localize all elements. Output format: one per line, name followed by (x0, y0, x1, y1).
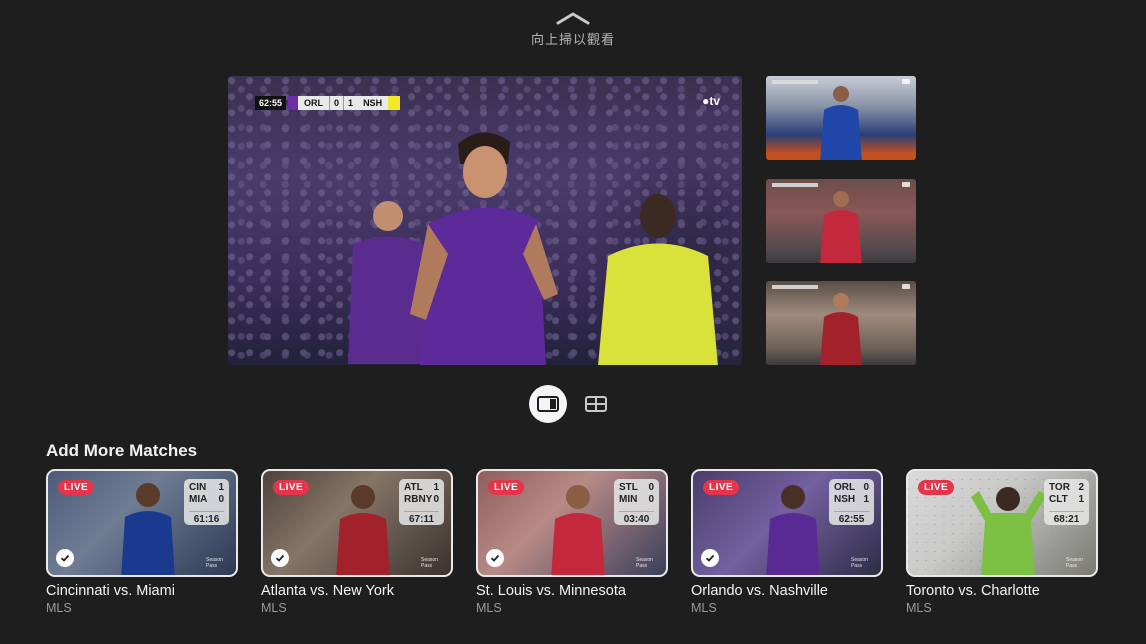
match-title: Cincinnati vs. Miami (46, 583, 175, 599)
chevron-up-icon (556, 12, 590, 25)
match-title: St. Louis vs. Minnesota (476, 583, 626, 599)
apple-tv-logo: ●tv (702, 94, 720, 108)
match-league: MLS (261, 601, 287, 615)
match-card[interactable]: LIVE TOR 2 CLT 1 68:21 Season Pass Toronto… (906, 469, 1098, 615)
swipe-up-label: 向上掃以觀看 (530, 33, 615, 48)
player-figure (820, 86, 862, 160)
match-card[interactable]: LIVE ORL 0 NSH 1 62:55 Season Pass Orlando… (691, 469, 883, 615)
team1-score: 0 (863, 482, 869, 493)
team1-name: STL (619, 482, 638, 493)
team2-score: 0 (433, 494, 439, 505)
grid-layout-button[interactable] (577, 385, 615, 423)
checkmark-icon (486, 549, 504, 567)
grid-layout-icon (585, 396, 607, 412)
live-badge: LIVE (488, 480, 525, 495)
main-video-player[interactable]: 62:55 ORL 0 1 NSH ●tv (228, 76, 742, 365)
away-team-color (388, 96, 401, 110)
season-pass-logo: Season Pass (1066, 557, 1083, 569)
match-league: MLS (906, 601, 932, 615)
season-pass-logo: Season Pass (421, 557, 438, 569)
match-thumbnail[interactable]: LIVE ORL 0 NSH 1 62:55 Season Pass (691, 469, 883, 577)
live-badge: LIVE (273, 480, 310, 495)
live-badge: LIVE (918, 480, 955, 495)
team2-score: 1 (1078, 494, 1084, 505)
match-clock: 61:16 (189, 511, 224, 526)
swipe-up-hint[interactable]: 向上掃以觀看 (0, 10, 1146, 48)
away-team: NSH (357, 96, 389, 110)
match-title: Orlando vs. Nashville (691, 583, 828, 599)
match-clock: 62:55 (834, 511, 869, 526)
match-title: Toronto vs. Charlotte (906, 583, 1040, 599)
player-figure (766, 485, 820, 575)
match-clock: 62:55 (255, 96, 287, 110)
match-thumbnail[interactable]: LIVE ATL 1 RBNY 0 67:11 Season Pass (261, 469, 453, 577)
player-figure (971, 487, 1047, 575)
team2-name: RBNY (404, 494, 433, 505)
team1-name: CIN (189, 482, 207, 493)
section-title: Add More Matches (46, 441, 198, 460)
score-box: TOR 2 CLT 1 68:21 (1044, 479, 1089, 525)
match-title: Atlanta vs. New York (261, 583, 394, 599)
checkmark-icon (56, 549, 74, 567)
season-pass-logo: Season Pass (206, 557, 223, 569)
team2-score: 0 (218, 494, 224, 505)
season-pass-logo: Season Pass (636, 557, 653, 569)
home-team: ORL (298, 96, 330, 110)
match-clock: 67:11 (404, 511, 439, 526)
live-badge: LIVE (58, 480, 95, 495)
side-video-2[interactable] (766, 179, 916, 263)
multiview-screen: 向上掃以觀看 62:55 ORL 0 1 NSH ●tv Add More Ma… (0, 0, 1146, 644)
tv-logo-icon (902, 182, 910, 187)
match-thumbnail[interactable]: LIVE CIN 1 MIA 0 61:16 Season Pass (46, 469, 238, 577)
team1-score: 1 (433, 482, 439, 493)
player-figure (410, 132, 558, 365)
player-figure (598, 194, 718, 365)
player-figure (820, 191, 862, 263)
match-league: MLS (476, 601, 502, 615)
team2-name: CLT (1049, 494, 1068, 505)
tv-logo-icon (902, 284, 910, 289)
team1-score: 0 (648, 482, 654, 493)
team1-score: 1 (218, 482, 224, 493)
match-card[interactable]: LIVE CIN 1 MIA 0 61:16 Season Pass Cincinn… (46, 469, 238, 615)
team1-score: 2 (1078, 482, 1084, 493)
team2-name: MIA (189, 494, 208, 505)
team1-name: ATL (404, 482, 423, 493)
score-box: ORL 0 NSH 1 62:55 (829, 479, 874, 525)
player-figure (551, 485, 605, 575)
player-figure (820, 293, 862, 365)
player-figure (121, 483, 175, 575)
side-video-1[interactable] (766, 76, 916, 160)
match-clock: 68:21 (1049, 511, 1084, 526)
away-score: 1 (343, 96, 358, 110)
team2-name: NSH (834, 494, 856, 505)
score-box: CIN 1 MIA 0 61:16 (184, 479, 229, 525)
match-thumbnail[interactable]: LIVE TOR 2 CLT 1 68:21 Season Pass (906, 469, 1098, 577)
checkmark-icon (701, 549, 719, 567)
focus-layout-button[interactable] (529, 385, 567, 423)
team1-name: TOR (1049, 482, 1070, 493)
score-box: ATL 1 RBNY 0 67:11 (399, 479, 444, 525)
team1-name: ORL (834, 482, 856, 493)
season-pass-logo: Season Pass (851, 557, 868, 569)
side-video-3[interactable] (766, 281, 916, 365)
live-badge: LIVE (703, 480, 740, 495)
player-figure (336, 485, 390, 575)
scorebug: 62:55 ORL 0 1 NSH (255, 96, 401, 110)
match-thumbnail[interactable]: LIVE STL 0 MIN 0 03:40 Season Pass (476, 469, 668, 577)
team2-score: 0 (648, 494, 654, 505)
tv-logo-icon (902, 79, 910, 84)
focus-layout-icon (537, 396, 559, 412)
team2-name: MIN (619, 494, 638, 505)
home-team-color (288, 96, 299, 110)
team2-score: 1 (863, 494, 869, 505)
score-box: STL 0 MIN 0 03:40 (614, 479, 659, 525)
match-clock: 03:40 (619, 511, 654, 526)
match-card[interactable]: LIVE STL 0 MIN 0 03:40 Season Pass St. Lou… (476, 469, 668, 615)
checkmark-icon (271, 549, 289, 567)
home-score: 0 (329, 96, 344, 110)
match-league: MLS (691, 601, 717, 615)
match-card[interactable]: LIVE ATL 1 RBNY 0 67:11 Season Pass Atlant… (261, 469, 453, 615)
match-league: MLS (46, 601, 72, 615)
